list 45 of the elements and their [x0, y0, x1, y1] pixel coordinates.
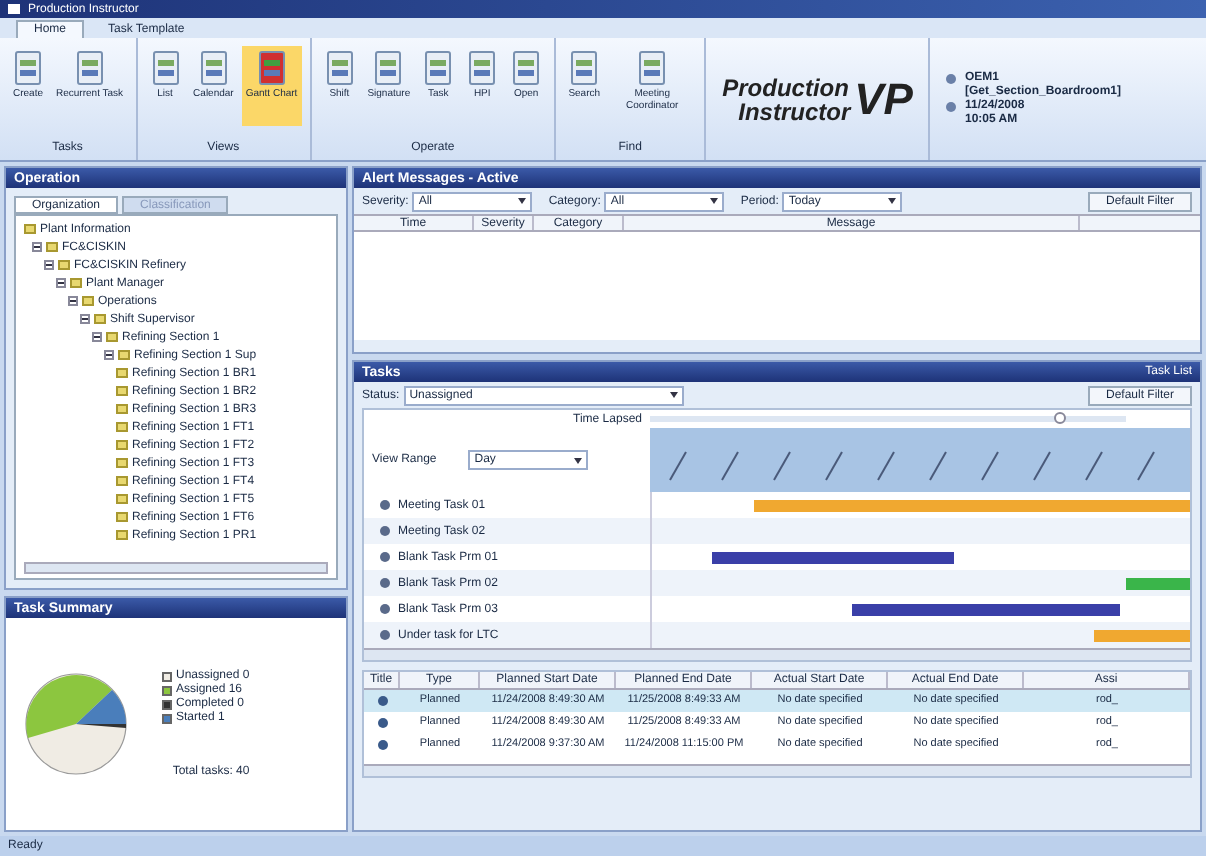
document-icon: [466, 50, 499, 86]
task-icon: [377, 740, 387, 750]
scrollbar[interactable]: [364, 648, 1190, 660]
caret-icon: [710, 198, 719, 204]
document-icon: [636, 50, 669, 86]
caret-icon: [518, 198, 527, 204]
gantt-bar[interactable]: [851, 603, 1121, 615]
document-icon: [568, 50, 601, 86]
document-icon: [323, 50, 356, 86]
task-icon: [380, 526, 390, 536]
document-icon: [12, 50, 44, 86]
scrollbar[interactable]: [364, 764, 1190, 776]
logo-mark: VP: [854, 77, 913, 121]
app-icon: [8, 4, 20, 14]
document-icon: [372, 50, 405, 86]
minus-icon[interactable]: [80, 314, 90, 324]
logo-text: Production: [722, 75, 851, 99]
gantt-bar[interactable]: [711, 551, 954, 563]
time-slider[interactable]: [650, 416, 1126, 422]
document-icon: [422, 50, 455, 86]
logo-text: Instructor: [736, 99, 851, 123]
minus-icon[interactable]: [92, 332, 102, 342]
scrollbar[interactable]: [24, 562, 328, 574]
document-icon: [197, 50, 230, 86]
slider-thumb[interactable]: [1053, 412, 1066, 424]
minus-icon[interactable]: [44, 260, 54, 270]
task-icon: [380, 578, 390, 588]
caret-icon: [574, 457, 583, 463]
caret-icon: [669, 392, 678, 398]
document-icon: [255, 50, 288, 86]
task-icon: [377, 718, 387, 728]
minus-icon[interactable]: [68, 296, 78, 306]
task-icon: [380, 604, 390, 614]
document-icon: [510, 50, 543, 86]
document-icon: [149, 50, 182, 86]
minus-icon[interactable]: [32, 242, 42, 252]
pie-chart-drawing: [22, 670, 130, 778]
caret-icon: [888, 198, 897, 204]
document-icon: [73, 50, 106, 86]
task-icon: [380, 500, 390, 510]
task-icon: [377, 696, 387, 706]
task-icon: [380, 552, 390, 562]
task-icon: [380, 630, 390, 640]
minus-icon[interactable]: [56, 278, 66, 288]
minus-icon[interactable]: [104, 350, 114, 360]
